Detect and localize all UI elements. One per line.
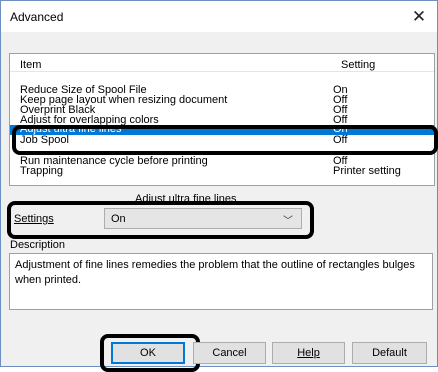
- cancel-button[interactable]: Cancel: [193, 342, 266, 364]
- settings-label: Settings: [14, 213, 54, 225]
- list-item-selected[interactable]: Adjust ultra fine lines On: [10, 123, 434, 135]
- list-item-name: Job Spool: [20, 134, 69, 146]
- advanced-dialog: Advanced ✕ Item Setting Reduce Size of S…: [0, 0, 438, 372]
- column-header-setting[interactable]: Setting: [341, 59, 375, 71]
- list-item-value: Printer setting: [333, 165, 401, 177]
- list-header: Item Setting: [10, 54, 434, 72]
- list-item[interactable]: Job Spool Off: [10, 134, 434, 146]
- title-bar: Advanced ✕: [1, 1, 437, 32]
- ok-button[interactable]: OK: [111, 342, 185, 364]
- close-icon[interactable]: ✕: [401, 1, 437, 32]
- help-button[interactable]: Help: [272, 342, 345, 364]
- chevron-down-icon[interactable]: ﹀: [283, 212, 293, 227]
- default-button[interactable]: Default: [352, 342, 427, 364]
- dialog-title: Advanced: [10, 10, 64, 24]
- list-item-value: On: [333, 123, 348, 135]
- description-label: Description: [10, 239, 66, 251]
- list-item-value: Off: [333, 134, 348, 146]
- column-header-item[interactable]: Item: [20, 59, 41, 71]
- settings-group-caption: Adjust ultra fine lines: [135, 193, 237, 205]
- list-item-name: Adjust ultra fine lines: [20, 123, 122, 135]
- default-button-label: Default: [372, 347, 407, 359]
- description-box: Adjustment of fine lines remedies the pr…: [9, 253, 433, 310]
- list-item-name: Trapping: [20, 165, 64, 177]
- list-item[interactable]: Trapping Printer setting: [10, 165, 434, 177]
- settings-dropdown-value: On: [111, 213, 126, 225]
- settings-dropdown[interactable]: On ﹀: [104, 208, 302, 229]
- settings-list[interactable]: Item Setting Reduce Size of Spool File O…: [9, 53, 435, 186]
